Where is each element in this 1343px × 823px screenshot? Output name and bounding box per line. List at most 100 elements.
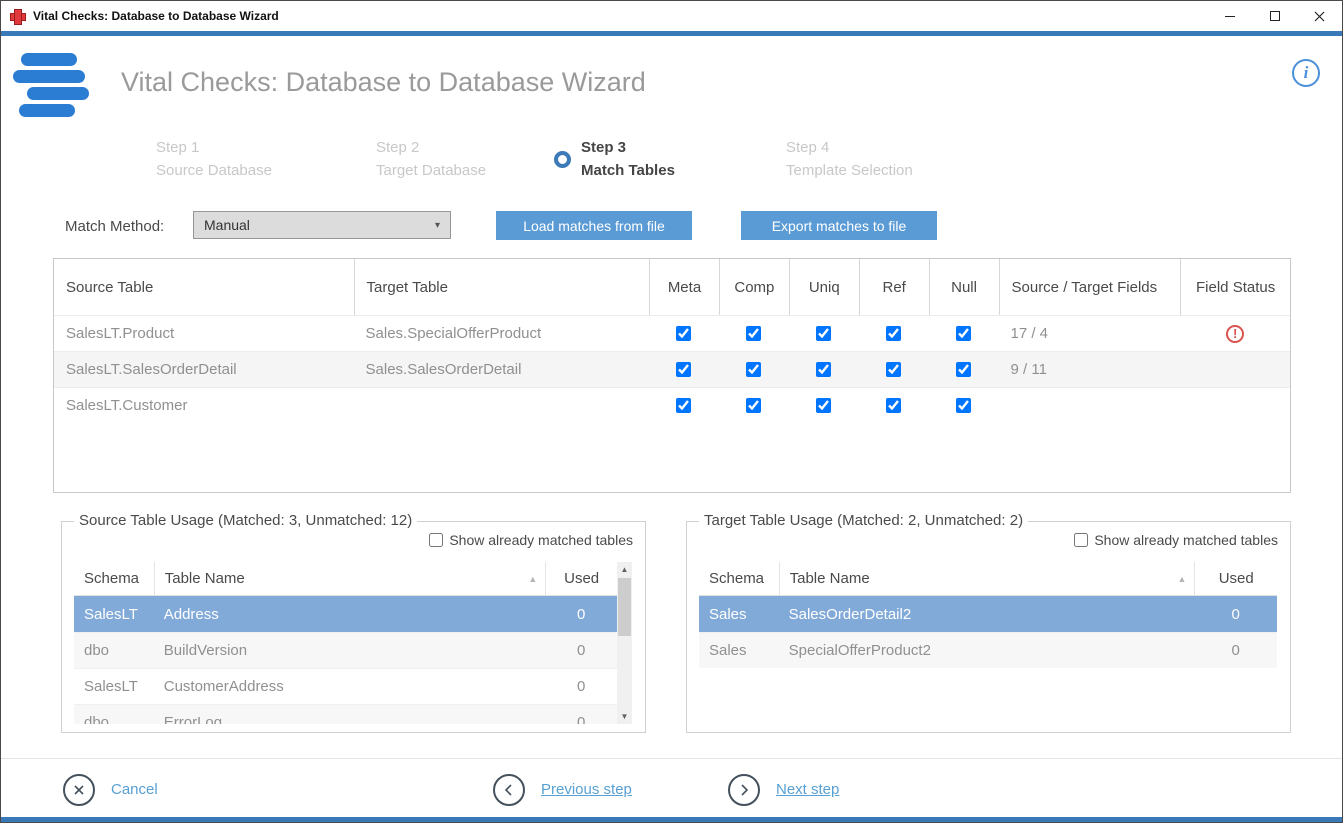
list-item[interactable]: SalesLT CustomerAddress 0 <box>74 668 617 704</box>
header-used[interactable]: Used <box>545 562 617 595</box>
show-matched-checkbox[interactable] <box>429 533 443 547</box>
step-label: Step 4 <box>786 136 913 159</box>
field-status-error-icon[interactable]: ! <box>1226 325 1244 343</box>
cancel-button[interactable]: Cancel <box>63 759 158 820</box>
source-table-cell: SalesLT.SalesOrderDetail <box>54 361 354 378</box>
match-method-select[interactable]: Manual ▾ <box>193 211 451 239</box>
table-name-cell: Address <box>154 606 546 623</box>
target-table-cell: Sales.SalesOrderDetail <box>354 361 650 378</box>
header-used[interactable]: Used <box>1194 562 1277 595</box>
uniq-checkbox[interactable] <box>816 398 831 413</box>
header-table-name[interactable]: Table Name ▲ <box>779 562 1195 595</box>
schema-cell: SalesLT <box>74 678 154 695</box>
comp-checkbox[interactable] <box>746 362 761 377</box>
show-matched-label: Show already matched tables <box>449 532 633 548</box>
next-step-label: Next step <box>776 781 839 798</box>
used-cell: 0 <box>545 642 617 659</box>
info-icon[interactable]: i <box>1292 59 1320 87</box>
uniq-checkbox[interactable] <box>816 326 831 341</box>
header-uniq: Uniq <box>789 259 859 315</box>
source-usage-rows: SalesLT Address 0 dbo BuildVersion 0 Sal… <box>74 596 617 724</box>
table-row[interactable]: SalesLT.Product Sales.SpecialOfferProduc… <box>54 315 1290 351</box>
vertical-scrollbar[interactable]: ▲ ▼ <box>617 562 632 724</box>
source-table-usage-panel: Source Table Usage (Matched: 3, Unmatche… <box>61 521 646 733</box>
source-usage-header: Schema Table Name ▲ Used <box>74 562 617 596</box>
previous-step-button[interactable]: Previous step <box>493 759 632 820</box>
source-usage-table: Schema Table Name ▲ Used SalesLT Address… <box>74 562 632 724</box>
schema-cell: Sales <box>699 606 779 623</box>
target-usage-header: Schema Table Name ▲ Used <box>699 562 1277 596</box>
chevron-right-icon <box>728 774 760 806</box>
minimize-button[interactable] <box>1207 1 1252 31</box>
table-name-cell: SpecialOfferProduct2 <box>779 642 1195 659</box>
header-target-table: Target Table <box>354 259 650 315</box>
header-null: Null <box>929 259 999 315</box>
maximize-icon <box>1270 11 1280 21</box>
table-row[interactable]: SalesLT.SalesOrderDetail Sales.SalesOrde… <box>54 351 1290 387</box>
meta-checkbox[interactable] <box>676 326 691 341</box>
header-schema[interactable]: Schema <box>699 562 779 595</box>
step-name: Target Database <box>376 159 486 182</box>
close-button[interactable] <box>1297 1 1342 31</box>
target-usage-title: Target Table Usage (Matched: 2, Unmatche… <box>699 512 1028 529</box>
list-item[interactable]: Sales SpecialOfferProduct2 0 <box>699 632 1277 668</box>
step-1-source-database: Step 1 Source Database <box>156 136 272 182</box>
ref-checkbox[interactable] <box>886 362 901 377</box>
null-checkbox[interactable] <box>956 398 971 413</box>
null-checkbox[interactable] <box>956 326 971 341</box>
show-matched-tables-toggle[interactable]: Show already matched tables <box>1074 532 1278 548</box>
load-matches-button[interactable]: Load matches from file <box>496 211 692 240</box>
show-matched-tables-toggle[interactable]: Show already matched tables <box>429 532 633 548</box>
target-usage-table: Schema Table Name ▲ Used Sales SalesOrde… <box>699 562 1277 724</box>
show-matched-checkbox[interactable] <box>1074 533 1088 547</box>
header-schema[interactable]: Schema <box>74 562 154 595</box>
used-cell: 0 <box>1194 606 1277 623</box>
list-item[interactable]: SalesLT Address 0 <box>74 596 617 632</box>
top-accent-bar <box>1 31 1342 36</box>
match-table: Source Table Target Table Meta Comp Uniq… <box>53 258 1291 493</box>
match-method-value: Manual <box>204 217 250 233</box>
comp-checkbox[interactable] <box>746 398 761 413</box>
window-title: Vital Checks: Database to Database Wizar… <box>33 9 279 23</box>
scroll-down-icon[interactable]: ▼ <box>617 709 632 724</box>
target-table-cell: Sales.SpecialOfferProduct <box>354 325 650 342</box>
table-row[interactable]: SalesLT.Customer <box>54 387 1290 423</box>
list-item[interactable]: dbo BuildVersion 0 <box>74 632 617 668</box>
show-matched-label: Show already matched tables <box>1094 532 1278 548</box>
sort-ascending-icon: ▲ <box>528 574 537 584</box>
list-item[interactable]: Sales SalesOrderDetail2 0 <box>699 596 1277 632</box>
export-matches-button[interactable]: Export matches to file <box>741 211 937 240</box>
step-label: Step 1 <box>156 136 272 159</box>
next-step-button[interactable]: Next step <box>728 759 839 820</box>
chevron-left-icon <box>493 774 525 806</box>
header-source-table: Source Table <box>54 259 354 315</box>
uniq-checkbox[interactable] <box>816 362 831 377</box>
ref-checkbox[interactable] <box>886 398 901 413</box>
chevron-down-icon: ▾ <box>435 220 440 231</box>
cancel-label: Cancel <box>111 781 158 798</box>
comp-checkbox[interactable] <box>746 326 761 341</box>
meta-checkbox[interactable] <box>676 362 691 377</box>
source-table-cell: SalesLT.Product <box>54 325 354 342</box>
active-step-icon <box>554 151 571 168</box>
table-name-cell: SalesOrderDetail2 <box>779 606 1195 623</box>
header-table-name-label: Table Name <box>790 570 870 587</box>
table-name-cell: ErrorLog <box>154 714 546 724</box>
list-item[interactable]: dbo ErrorLog 0 <box>74 704 617 724</box>
maximize-button[interactable] <box>1252 1 1297 31</box>
header-table-name[interactable]: Table Name ▲ <box>154 562 546 595</box>
table-name-cell: BuildVersion <box>154 642 546 659</box>
scrollbar-thumb[interactable] <box>618 578 631 636</box>
header-meta: Meta <box>649 259 719 315</box>
fields-count-cell: 17 / 4 <box>999 325 1181 342</box>
step-name: Source Database <box>156 159 272 182</box>
step-3-match-tables: Step 3 Match Tables <box>554 136 675 182</box>
header-ref: Ref <box>859 259 929 315</box>
ref-checkbox[interactable] <box>886 326 901 341</box>
minimize-icon <box>1225 16 1235 17</box>
scroll-up-icon[interactable]: ▲ <box>617 562 632 577</box>
meta-checkbox[interactable] <box>676 398 691 413</box>
bottom-accent-bar <box>1 817 1342 822</box>
match-method-label: Match Method: <box>65 218 164 235</box>
null-checkbox[interactable] <box>956 362 971 377</box>
